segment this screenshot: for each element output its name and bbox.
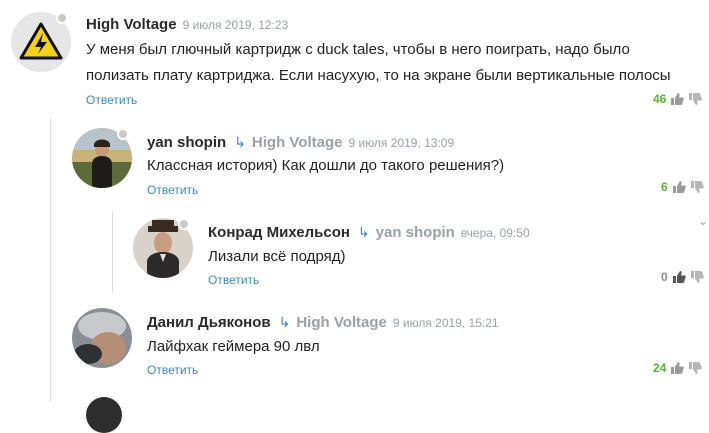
reply-button[interactable]: Ответить	[208, 273, 259, 287]
reply-button[interactable]: Ответить	[86, 93, 137, 107]
reply-button[interactable]: Ответить	[147, 183, 198, 197]
comment-header: Конрад Михельсон ↳ yan shopin вчера, 09:50	[208, 222, 530, 243]
thumb-up-icon[interactable]	[672, 180, 686, 194]
comment-high-voltage: High Voltage 9 июля 2019, 12:23 У меня бы…	[0, 0, 709, 115]
thumb-down-icon[interactable]	[688, 361, 703, 375]
reply-to-name[interactable]: High Voltage	[296, 314, 387, 331]
comment-header: Данил Дьяконов ↳ High Voltage 9 июля 2019, …	[147, 312, 499, 333]
vote-score: 6	[661, 180, 668, 194]
comment-text-line-1: Классная история) Как дошли до такого ре…	[147, 157, 505, 174]
status-dot	[56, 12, 68, 24]
status-dot	[117, 128, 129, 140]
thumb-up-icon[interactable]	[670, 361, 685, 375]
comment-text-line-1: Лизали всё подряд)	[208, 248, 346, 265]
author-name[interactable]: High Voltage	[86, 16, 177, 33]
thumb-up-icon[interactable]	[672, 270, 686, 284]
comment-date[interactable]: 9 июля 2019, 15:21	[393, 316, 499, 330]
vote-score: 46	[653, 92, 667, 106]
reply-to-name[interactable]: High Voltage	[252, 134, 343, 151]
reply-button[interactable]: Ответить	[147, 363, 198, 377]
thumb-down-icon[interactable]	[688, 92, 703, 106]
comment-danil-dyakonov: Данил Дьяконов ↳ High Voltage 9 июля 2019, …	[0, 295, 709, 433]
avatar[interactable]	[72, 308, 132, 368]
comment-header: High Voltage 9 июля 2019, 12:23	[86, 15, 288, 35]
comment-konrad-mikhelson: Конрад Михельсон ↳ yan shopin вчера, 09:50 …	[0, 205, 709, 295]
author-name[interactable]: yan shopin	[147, 134, 226, 151]
author-name[interactable]: Конрад Михельсон	[208, 224, 350, 241]
vote-controls: 6	[661, 179, 704, 195]
user-photo-icon	[72, 308, 132, 368]
reply-to-name[interactable]: yan shopin	[376, 224, 455, 241]
thumb-down-icon[interactable]	[690, 180, 704, 194]
vote-score: 24	[653, 361, 667, 375]
comment-text-line-2: полизать плату картриджа. Если насухую, …	[86, 67, 671, 84]
reply-arrow-icon: ↳	[357, 224, 370, 240]
comment-text-line-1: Лайфхак геймера 90 лвл	[147, 338, 320, 355]
reply-arrow-icon: ↳	[234, 134, 246, 150]
comment-header: yan shopin ↳ High Voltage 9 июля 2019, 13:0…	[147, 132, 454, 153]
vote-controls: 24	[653, 360, 703, 376]
comment-date[interactable]: 9 июля 2019, 13:09	[348, 136, 454, 150]
vote-score: 0	[661, 270, 668, 284]
thumb-down-icon[interactable]	[690, 270, 704, 284]
thumb-up-icon[interactable]	[670, 92, 685, 106]
vote-controls: 0	[661, 269, 704, 285]
reply-arrow-icon: ↳	[278, 314, 291, 330]
comment-yan-shopin: yan shopin ↳ High Voltage 9 июля 2019, 13:0…	[0, 115, 709, 205]
vote-controls: 46	[653, 91, 703, 107]
avatar-next-comment[interactable]	[86, 397, 122, 433]
comment-date[interactable]: 9 июля 2019, 12:23	[183, 18, 289, 32]
author-name[interactable]: Данил Дьяконов	[147, 314, 271, 331]
status-dot	[178, 218, 190, 230]
comment-text-line-1: У меня был глючный картридж с duck tales…	[86, 41, 630, 58]
comment-date[interactable]: вчера, 09:50	[461, 226, 530, 240]
